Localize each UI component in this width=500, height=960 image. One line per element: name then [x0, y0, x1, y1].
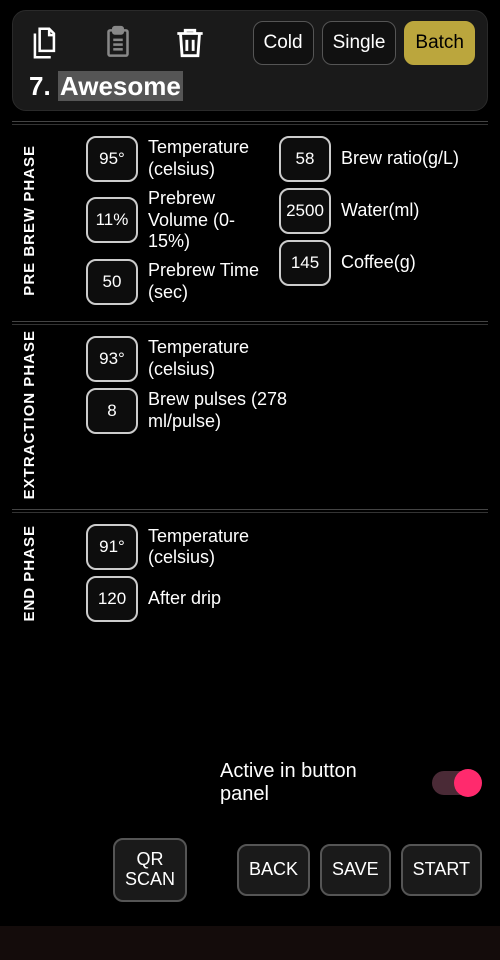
- divider: [12, 509, 488, 510]
- after-drip-value[interactable]: 120: [86, 576, 138, 622]
- divider: [12, 321, 488, 322]
- active-in-panel-label: Active in button panel: [220, 760, 400, 806]
- back-button[interactable]: BACK: [237, 844, 310, 896]
- param-after-drip: 120 After drip: [86, 576, 488, 622]
- paste-icon[interactable]: [97, 22, 139, 64]
- bottom-strip: [0, 926, 500, 960]
- mode-single-button[interactable]: Single: [322, 21, 397, 65]
- start-button[interactable]: START: [401, 844, 482, 896]
- coffee-label: Coffee(g): [341, 252, 416, 274]
- section-title-prebrew: PRE BREW PHASE: [21, 145, 38, 296]
- prebrew-temp-value[interactable]: 95°: [86, 136, 138, 182]
- duplicate-icon[interactable]: [25, 22, 67, 64]
- coffee-value[interactable]: 145: [279, 240, 331, 286]
- brew-ratio-value[interactable]: 58: [279, 136, 331, 182]
- water-value[interactable]: 2500: [279, 188, 331, 234]
- header-top-row: Cold Single Batch: [25, 21, 475, 65]
- param-end-temp: 91° Temperature (celsius): [86, 524, 488, 570]
- prebrew-time-label: Prebrew Time (sec): [148, 260, 267, 303]
- section-label-col: PRE BREW PHASE: [12, 130, 46, 311]
- section-end: END PHASE 91° Temperature (celsius) 120 …: [12, 518, 488, 628]
- end-temp-label: Temperature (celsius): [148, 526, 303, 569]
- header-icon-group: [25, 22, 211, 64]
- section-extraction: EXTRACTION PHASE 93° Temperature (celsiu…: [12, 330, 488, 499]
- main-content: PRE BREW PHASE 95° Temperature (celsius)…: [12, 121, 488, 628]
- param-brew-pulses: 8 Brew pulses (278 ml/pulse): [86, 388, 488, 434]
- brew-ratio-label: Brew ratio(g/L): [341, 148, 459, 170]
- param-brew-ratio: 58 Brew ratio(g/L): [279, 136, 492, 182]
- section-prebrew: PRE BREW PHASE 95° Temperature (celsius)…: [12, 130, 488, 311]
- prebrew-volume-value[interactable]: 11%: [86, 197, 138, 243]
- prebrew-volume-label: Prebrew Volume (0-15%): [148, 188, 267, 253]
- header-panel: Cold Single Batch 7. Awesome: [12, 10, 488, 111]
- mode-batch-button[interactable]: Batch: [404, 21, 475, 65]
- section-label-col: EXTRACTION PHASE: [12, 330, 46, 499]
- param-extraction-temp: 93° Temperature (celsius): [86, 336, 488, 382]
- water-label: Water(ml): [341, 200, 419, 222]
- toggle-knob: [454, 769, 482, 797]
- param-prebrew-temp: 95° Temperature (celsius): [86, 136, 267, 182]
- mode-toggle-group: Cold Single Batch: [253, 21, 476, 65]
- trash-icon[interactable]: [169, 22, 211, 64]
- recipe-name[interactable]: Awesome: [58, 71, 183, 101]
- mode-cold-button[interactable]: Cold: [253, 21, 314, 65]
- param-coffee: 145 Coffee(g): [279, 240, 492, 286]
- section-label-col: END PHASE: [12, 518, 46, 628]
- active-in-panel-toggle[interactable]: [432, 771, 480, 795]
- recipe-title: 7. Awesome: [25, 71, 475, 102]
- section-title-end: END PHASE: [21, 525, 38, 622]
- prebrew-temp-label: Temperature (celsius): [148, 137, 267, 180]
- qr-scan-button[interactable]: QR SCAN: [113, 838, 187, 902]
- after-drip-label: After drip: [148, 588, 221, 610]
- extraction-temp-label: Temperature (celsius): [148, 337, 303, 380]
- bottom-action-bar: QR SCAN BACK SAVE START: [0, 838, 500, 902]
- param-prebrew-time: 50 Prebrew Time (sec): [86, 259, 267, 305]
- prebrew-time-value[interactable]: 50: [86, 259, 138, 305]
- param-prebrew-volume: 11% Prebrew Volume (0-15%): [86, 188, 267, 253]
- end-temp-value[interactable]: 91°: [86, 524, 138, 570]
- active-in-panel-row: Active in button panel: [0, 760, 500, 806]
- divider: [12, 121, 488, 122]
- brew-pulses-value[interactable]: 8: [86, 388, 138, 434]
- extraction-temp-value[interactable]: 93°: [86, 336, 138, 382]
- save-button[interactable]: SAVE: [320, 844, 391, 896]
- recipe-index: 7.: [29, 71, 51, 101]
- brew-pulses-label: Brew pulses (278 ml/pulse): [148, 389, 303, 432]
- param-water: 2500 Water(ml): [279, 188, 492, 234]
- section-title-extraction: EXTRACTION PHASE: [21, 330, 38, 499]
